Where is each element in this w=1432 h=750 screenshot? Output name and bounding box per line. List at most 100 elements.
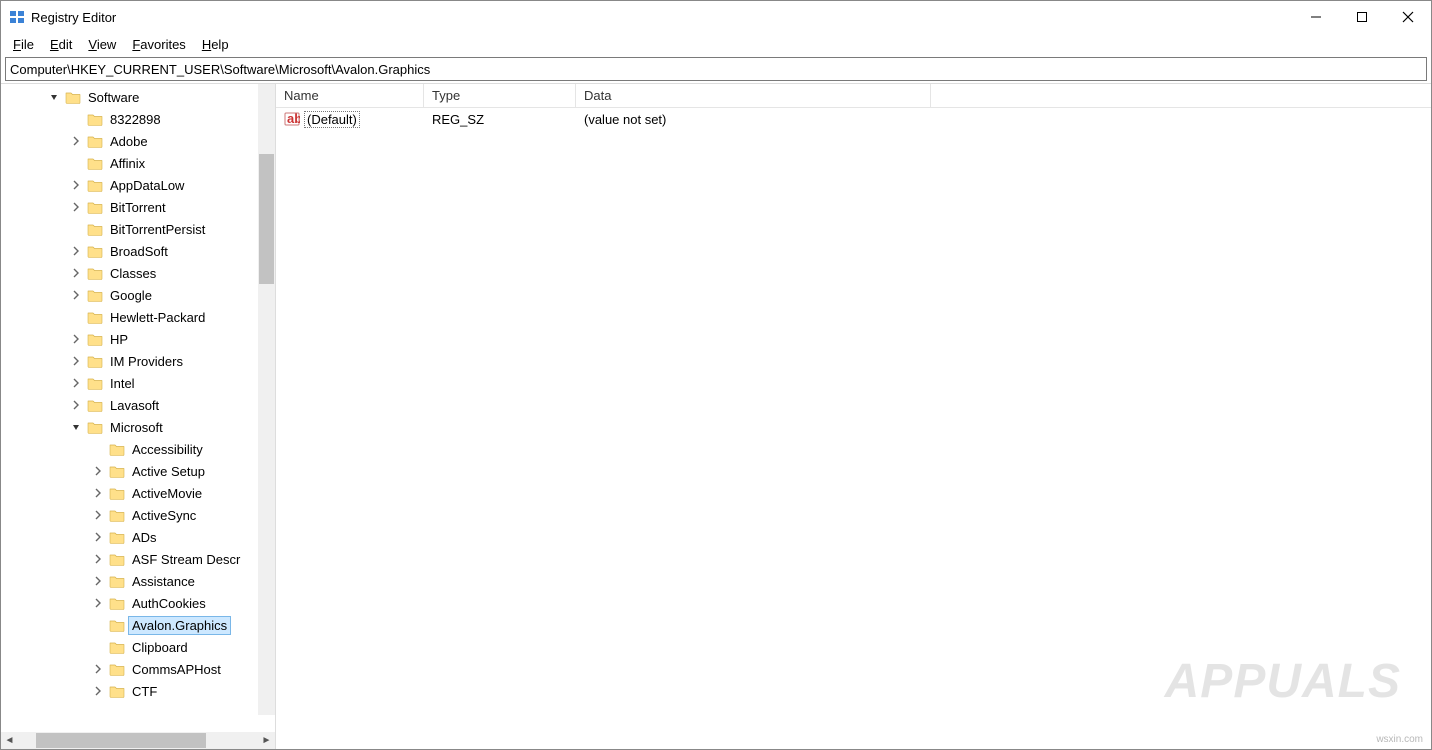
tree-item-commsaphost[interactable]: CommsAPHost bbox=[1, 658, 275, 680]
window-buttons bbox=[1293, 1, 1431, 33]
tree-item-label: CommsAPHost bbox=[129, 661, 224, 678]
tree-item-label: Adobe bbox=[107, 133, 151, 150]
chevron-right-icon[interactable] bbox=[71, 290, 85, 300]
value-name: (Default) bbox=[304, 111, 360, 128]
menubar: File Edit View Favorites Help bbox=[1, 33, 1431, 55]
tree-item-8322898[interactable]: 8322898 bbox=[1, 108, 275, 130]
chevron-right-icon[interactable] bbox=[93, 598, 107, 608]
chevron-right-icon[interactable] bbox=[71, 268, 85, 278]
close-button[interactable] bbox=[1385, 1, 1431, 33]
tree-item-clipboard[interactable]: Clipboard bbox=[1, 636, 275, 658]
tree-item-label: IM Providers bbox=[107, 353, 186, 370]
chevron-right-icon[interactable] bbox=[93, 466, 107, 476]
tree-item-bittorrent[interactable]: BitTorrent bbox=[1, 196, 275, 218]
tree-item-label: ActiveSync bbox=[129, 507, 199, 524]
menu-help[interactable]: Help bbox=[196, 35, 235, 54]
chevron-right-icon[interactable] bbox=[93, 686, 107, 696]
tree-item-hp[interactable]: HP bbox=[1, 328, 275, 350]
chevron-right-icon[interactable] bbox=[93, 488, 107, 498]
tree-item-ads[interactable]: ADs bbox=[1, 526, 275, 548]
chevron-right-icon[interactable] bbox=[71, 246, 85, 256]
tree-item-label: HP bbox=[107, 331, 131, 348]
chevron-right-icon[interactable] bbox=[71, 356, 85, 366]
watermark: APPUALS bbox=[1165, 654, 1401, 709]
menu-view[interactable]: View bbox=[82, 35, 122, 54]
chevron-right-icon[interactable] bbox=[71, 334, 85, 344]
tree-item-label: Avalon.Graphics bbox=[129, 617, 230, 634]
menu-favorites[interactable]: Favorites bbox=[126, 35, 191, 54]
tree-item-im-providers[interactable]: IM Providers bbox=[1, 350, 275, 372]
list-header: Name Type Data bbox=[276, 84, 1431, 108]
menu-edit[interactable]: Edit bbox=[44, 35, 78, 54]
tree-item-affinix[interactable]: Affinix bbox=[1, 152, 275, 174]
tree-item-appdatalow[interactable]: AppDataLow bbox=[1, 174, 275, 196]
tree-vertical-scrollbar[interactable] bbox=[258, 84, 275, 715]
tree-item-classes[interactable]: Classes bbox=[1, 262, 275, 284]
maximize-button[interactable] bbox=[1339, 1, 1385, 33]
tree-item-intel[interactable]: Intel bbox=[1, 372, 275, 394]
column-header-name[interactable]: Name bbox=[276, 84, 424, 107]
menu-file[interactable]: File bbox=[7, 35, 40, 54]
tree-item-avalon-graphics[interactable]: Avalon.Graphics bbox=[1, 614, 275, 636]
tree-pane: Software 8322898 Adobe Affinix AppDataLow Bit… bbox=[1, 84, 276, 749]
tree-item-asf-stream-descr[interactable]: ASF Stream Descr bbox=[1, 548, 275, 570]
tree-item-activesync[interactable]: ActiveSync bbox=[1, 504, 275, 526]
tree-item-assistance[interactable]: Assistance bbox=[1, 570, 275, 592]
chevron-right-icon[interactable] bbox=[93, 576, 107, 586]
tree-item-active-setup[interactable]: Active Setup bbox=[1, 460, 275, 482]
chevron-right-icon[interactable] bbox=[93, 532, 107, 542]
tree-item-ctf[interactable]: CTF bbox=[1, 680, 275, 702]
chevron-right-icon[interactable] bbox=[71, 202, 85, 212]
value-row[interactable]: ab(Default)REG_SZ(value not set) bbox=[276, 108, 1431, 130]
svg-text:ab: ab bbox=[287, 111, 300, 126]
chevron-right-icon[interactable] bbox=[93, 510, 107, 520]
tree-item-hewlett-packard[interactable]: Hewlett-Packard bbox=[1, 306, 275, 328]
tree-item-label: Assistance bbox=[129, 573, 198, 590]
value-type: REG_SZ bbox=[432, 112, 484, 127]
column-header-data[interactable]: Data bbox=[576, 84, 931, 107]
chevron-right-icon[interactable] bbox=[93, 554, 107, 564]
tree-item-lavasoft[interactable]: Lavasoft bbox=[1, 394, 275, 416]
tree-item-broadsoft[interactable]: BroadSoft bbox=[1, 240, 275, 262]
tree-item-label: BitTorrent bbox=[107, 199, 169, 216]
chevron-right-icon[interactable] bbox=[71, 136, 85, 146]
values-pane: Name Type Data ab(Default)REG_SZ(value n… bbox=[276, 84, 1431, 749]
tree-item-bittorrentpersist[interactable]: BitTorrentPersist bbox=[1, 218, 275, 240]
registry-editor-window: Registry Editor File Edit View Favorites… bbox=[0, 0, 1432, 750]
scrollbar-thumb[interactable] bbox=[36, 733, 206, 748]
scrollbar-thumb[interactable] bbox=[259, 154, 274, 284]
tree-item-label: ASF Stream Descr bbox=[129, 551, 243, 568]
tree-item-microsoft[interactable]: Microsoft bbox=[1, 416, 275, 438]
titlebar[interactable]: Registry Editor bbox=[1, 1, 1431, 33]
address-bar[interactable] bbox=[5, 57, 1427, 81]
column-header-type[interactable]: Type bbox=[424, 84, 576, 107]
tree-item-label: Accessibility bbox=[129, 441, 206, 458]
scrollbar-track[interactable] bbox=[18, 732, 258, 749]
tree-item-label: 8322898 bbox=[107, 111, 164, 128]
tree-item-label: ActiveMovie bbox=[129, 485, 205, 502]
tree-item-google[interactable]: Google bbox=[1, 284, 275, 306]
chevron-right-icon[interactable] bbox=[71, 180, 85, 190]
chevron-down-icon[interactable] bbox=[49, 92, 63, 102]
chevron-right-icon[interactable] bbox=[93, 664, 107, 674]
tree-scroll[interactable]: Software 8322898 Adobe Affinix AppDataLow Bit… bbox=[1, 84, 275, 732]
registry-tree[interactable]: Software 8322898 Adobe Affinix AppDataLow Bit… bbox=[1, 84, 275, 702]
tree-item-accessibility[interactable]: Accessibility bbox=[1, 438, 275, 460]
chevron-down-icon[interactable] bbox=[71, 422, 85, 432]
chevron-right-icon[interactable] bbox=[71, 400, 85, 410]
tree-item-adobe[interactable]: Adobe bbox=[1, 130, 275, 152]
minimize-button[interactable] bbox=[1293, 1, 1339, 33]
tree-item-label: CTF bbox=[129, 683, 160, 700]
tree-item-label: Active Setup bbox=[129, 463, 208, 480]
scroll-left-icon[interactable]: ◄ bbox=[1, 732, 18, 749]
scroll-right-icon[interactable]: ► bbox=[258, 732, 275, 749]
address-input[interactable] bbox=[10, 62, 1422, 77]
tree-item-activemovie[interactable]: ActiveMovie bbox=[1, 482, 275, 504]
tree-item-authcookies[interactable]: AuthCookies bbox=[1, 592, 275, 614]
tree-item-label: AuthCookies bbox=[129, 595, 209, 612]
tree-item-label: Classes bbox=[107, 265, 159, 282]
chevron-right-icon[interactable] bbox=[71, 378, 85, 388]
tree-item-software[interactable]: Software bbox=[1, 86, 275, 108]
tree-item-label: Affinix bbox=[107, 155, 148, 172]
tree-horizontal-scrollbar[interactable]: ◄ ► bbox=[1, 732, 275, 749]
